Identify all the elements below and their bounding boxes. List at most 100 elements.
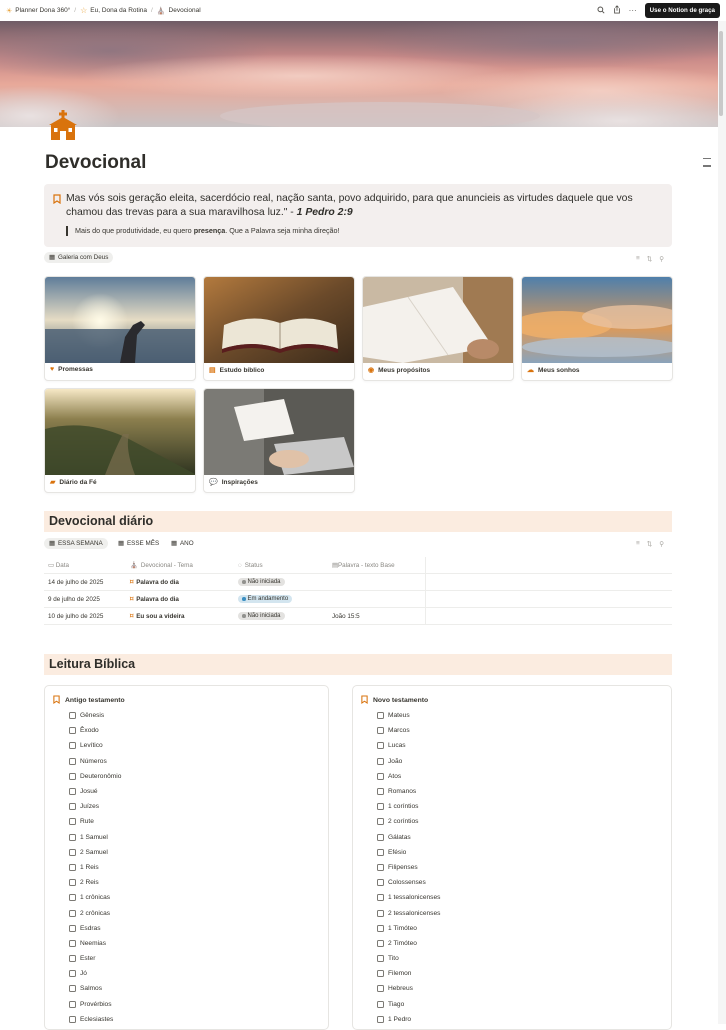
breadcrumb-item-planner[interactable]: ☀ Planner Dona 360° [6, 7, 70, 15]
checkbox[interactable] [377, 757, 384, 765]
checkbox[interactable] [377, 818, 384, 826]
column-header-status[interactable]: ◌ Status [234, 562, 328, 569]
checkbox[interactable] [377, 848, 384, 856]
checklist-item[interactable]: Romanos [377, 784, 671, 799]
filter-icon[interactable]: ≡ [636, 255, 640, 263]
checklist-item[interactable]: Rute [69, 814, 328, 829]
checkbox[interactable] [69, 863, 76, 871]
checklist-item[interactable]: 1 tessalonicenses [377, 890, 671, 905]
cell-texto[interactable] [328, 591, 426, 607]
checkbox[interactable] [69, 788, 76, 796]
checkbox[interactable] [69, 833, 76, 841]
cell-texto[interactable] [328, 574, 426, 590]
cell-status[interactable]: Em andamento [234, 595, 328, 603]
checklist-item[interactable]: Jó [69, 966, 328, 981]
checkbox[interactable] [377, 803, 384, 811]
checkbox[interactable] [377, 939, 384, 947]
cell-tema[interactable]: ⌑ Palavra do dia [126, 596, 234, 603]
scrollbar[interactable] [718, 21, 726, 1024]
checkbox[interactable] [377, 712, 384, 720]
checkbox[interactable] [69, 848, 76, 856]
checklist-item[interactable]: Levítico [69, 738, 328, 753]
checkbox[interactable] [69, 1000, 76, 1008]
checklist-item[interactable]: Hebreus [377, 981, 671, 996]
checklist-item[interactable]: Tiago [377, 997, 671, 1012]
cell-status[interactable]: Não iniciada [234, 612, 328, 620]
checkbox[interactable] [377, 879, 384, 887]
filter-icon[interactable]: ≡ [636, 540, 640, 548]
table-row[interactable]: 9 de julho de 2025 ⌑ Palavra do dia Em an… [44, 591, 672, 608]
checklist-item[interactable]: Marcos [377, 723, 671, 738]
checklist-item[interactable]: Colossenses [377, 875, 671, 890]
checkbox[interactable] [69, 909, 76, 917]
checklist-item[interactable]: Efésio [377, 845, 671, 860]
tab-esse-mes[interactable]: ▦ ESSE MÊS [113, 538, 164, 549]
checkbox[interactable] [377, 833, 384, 841]
checkbox[interactable] [69, 970, 76, 978]
checkbox[interactable] [377, 909, 384, 917]
tab-essa-semana[interactable]: ▦ ESSA SEMANA [44, 538, 108, 549]
checklist-item[interactable]: 1 Timóteo [377, 921, 671, 936]
checklist-item[interactable]: Lucas [377, 738, 671, 753]
view-tab-galeria[interactable]: ▦ Galeria com Deus [44, 252, 114, 263]
checkbox[interactable] [377, 1015, 384, 1023]
search-icon[interactable]: ⚲ [659, 540, 664, 548]
cell-status[interactable]: Não iniciada [234, 578, 328, 586]
cell-texto[interactable]: João 15:5 [328, 608, 426, 624]
checklist-item[interactable]: 1 Reis [69, 860, 328, 875]
checklist-item[interactable]: Juízes [69, 799, 328, 814]
checklist-item[interactable]: João [377, 754, 671, 769]
checklist-item[interactable]: 1 coríntios [377, 799, 671, 814]
checklist-item[interactable]: 1 Pedro [377, 1012, 671, 1027]
more-icon[interactable]: ··· [629, 6, 637, 15]
cell-tema[interactable]: ⌑ Palavra do dia [126, 579, 234, 586]
checkbox[interactable] [69, 772, 76, 780]
cell-tema[interactable]: ⌑ Eu sou a videira [126, 613, 234, 620]
column-header-data[interactable]: ▭ Data [44, 562, 126, 569]
gallery-card-promessas[interactable]: ♥ Promessas [44, 276, 196, 381]
checkbox[interactable] [69, 757, 76, 765]
checkbox[interactable] [69, 939, 76, 947]
checklist-item[interactable]: Gênesis [69, 708, 328, 723]
checkbox[interactable] [377, 1000, 384, 1008]
checklist-item[interactable]: Ester [69, 951, 328, 966]
checklist-item[interactable]: 2 Reis [69, 875, 328, 890]
checklist-item[interactable]: 2 Samuel [69, 845, 328, 860]
share-icon[interactable] [613, 5, 621, 16]
checkbox[interactable] [377, 772, 384, 780]
checklist-item[interactable]: Provérbios [69, 997, 328, 1012]
table-row[interactable]: 14 de julho de 2025 ⌑ Palavra do dia Não … [44, 574, 672, 591]
checkbox[interactable] [69, 924, 76, 932]
checklist-item[interactable]: Números [69, 754, 328, 769]
checklist-item[interactable]: Deuteronômio [69, 769, 328, 784]
gallery-card-inspiracoes[interactable]: 💬 Inspirações [203, 388, 355, 493]
search-icon[interactable]: ⚲ [659, 255, 664, 263]
checklist-item[interactable]: Atos [377, 769, 671, 784]
checklist-item[interactable]: 2 coríntios [377, 814, 671, 829]
column-header-tema[interactable]: ⛪ Devocional - Tema [126, 561, 234, 570]
gallery-card-propositos[interactable]: ◉ Meus propósitos [362, 276, 514, 381]
checkbox[interactable] [69, 742, 76, 750]
checklist-item[interactable]: Filemon [377, 966, 671, 981]
checkbox[interactable] [377, 788, 384, 796]
checkbox[interactable] [69, 955, 76, 963]
checklist-item[interactable]: 1 crônicas [69, 890, 328, 905]
checklist-item[interactable]: Filipenses [377, 860, 671, 875]
checklist-item[interactable]: Esdras [69, 921, 328, 936]
checkbox[interactable] [69, 727, 76, 735]
checklist-item[interactable]: Salmos [69, 981, 328, 996]
checkbox[interactable] [377, 863, 384, 871]
sort-icon[interactable]: ⇅ [647, 255, 652, 263]
breadcrumb-item-rotina[interactable]: ☆ Eu, Dona da Rotina [80, 6, 147, 15]
checkbox[interactable] [69, 818, 76, 826]
checklist-item[interactable]: 1 Samuel [69, 830, 328, 845]
checklist-item[interactable]: 2 crônicas [69, 905, 328, 920]
checklist-item[interactable]: Josué [69, 784, 328, 799]
checklist-item[interactable]: Eclesiastes [69, 1012, 328, 1027]
checklist-item[interactable]: 2 Timóteo [377, 936, 671, 951]
gallery-card-estudo[interactable]: ▤ Estudo bíblico [203, 276, 355, 381]
page-outline-toggle[interactable] [703, 158, 711, 173]
column-header-palavra[interactable]: ▤ Palavra - texto Base [328, 557, 426, 573]
breadcrumb-item-devocional[interactable]: ⛪ Devocional [157, 7, 201, 15]
checkbox[interactable] [377, 970, 384, 978]
